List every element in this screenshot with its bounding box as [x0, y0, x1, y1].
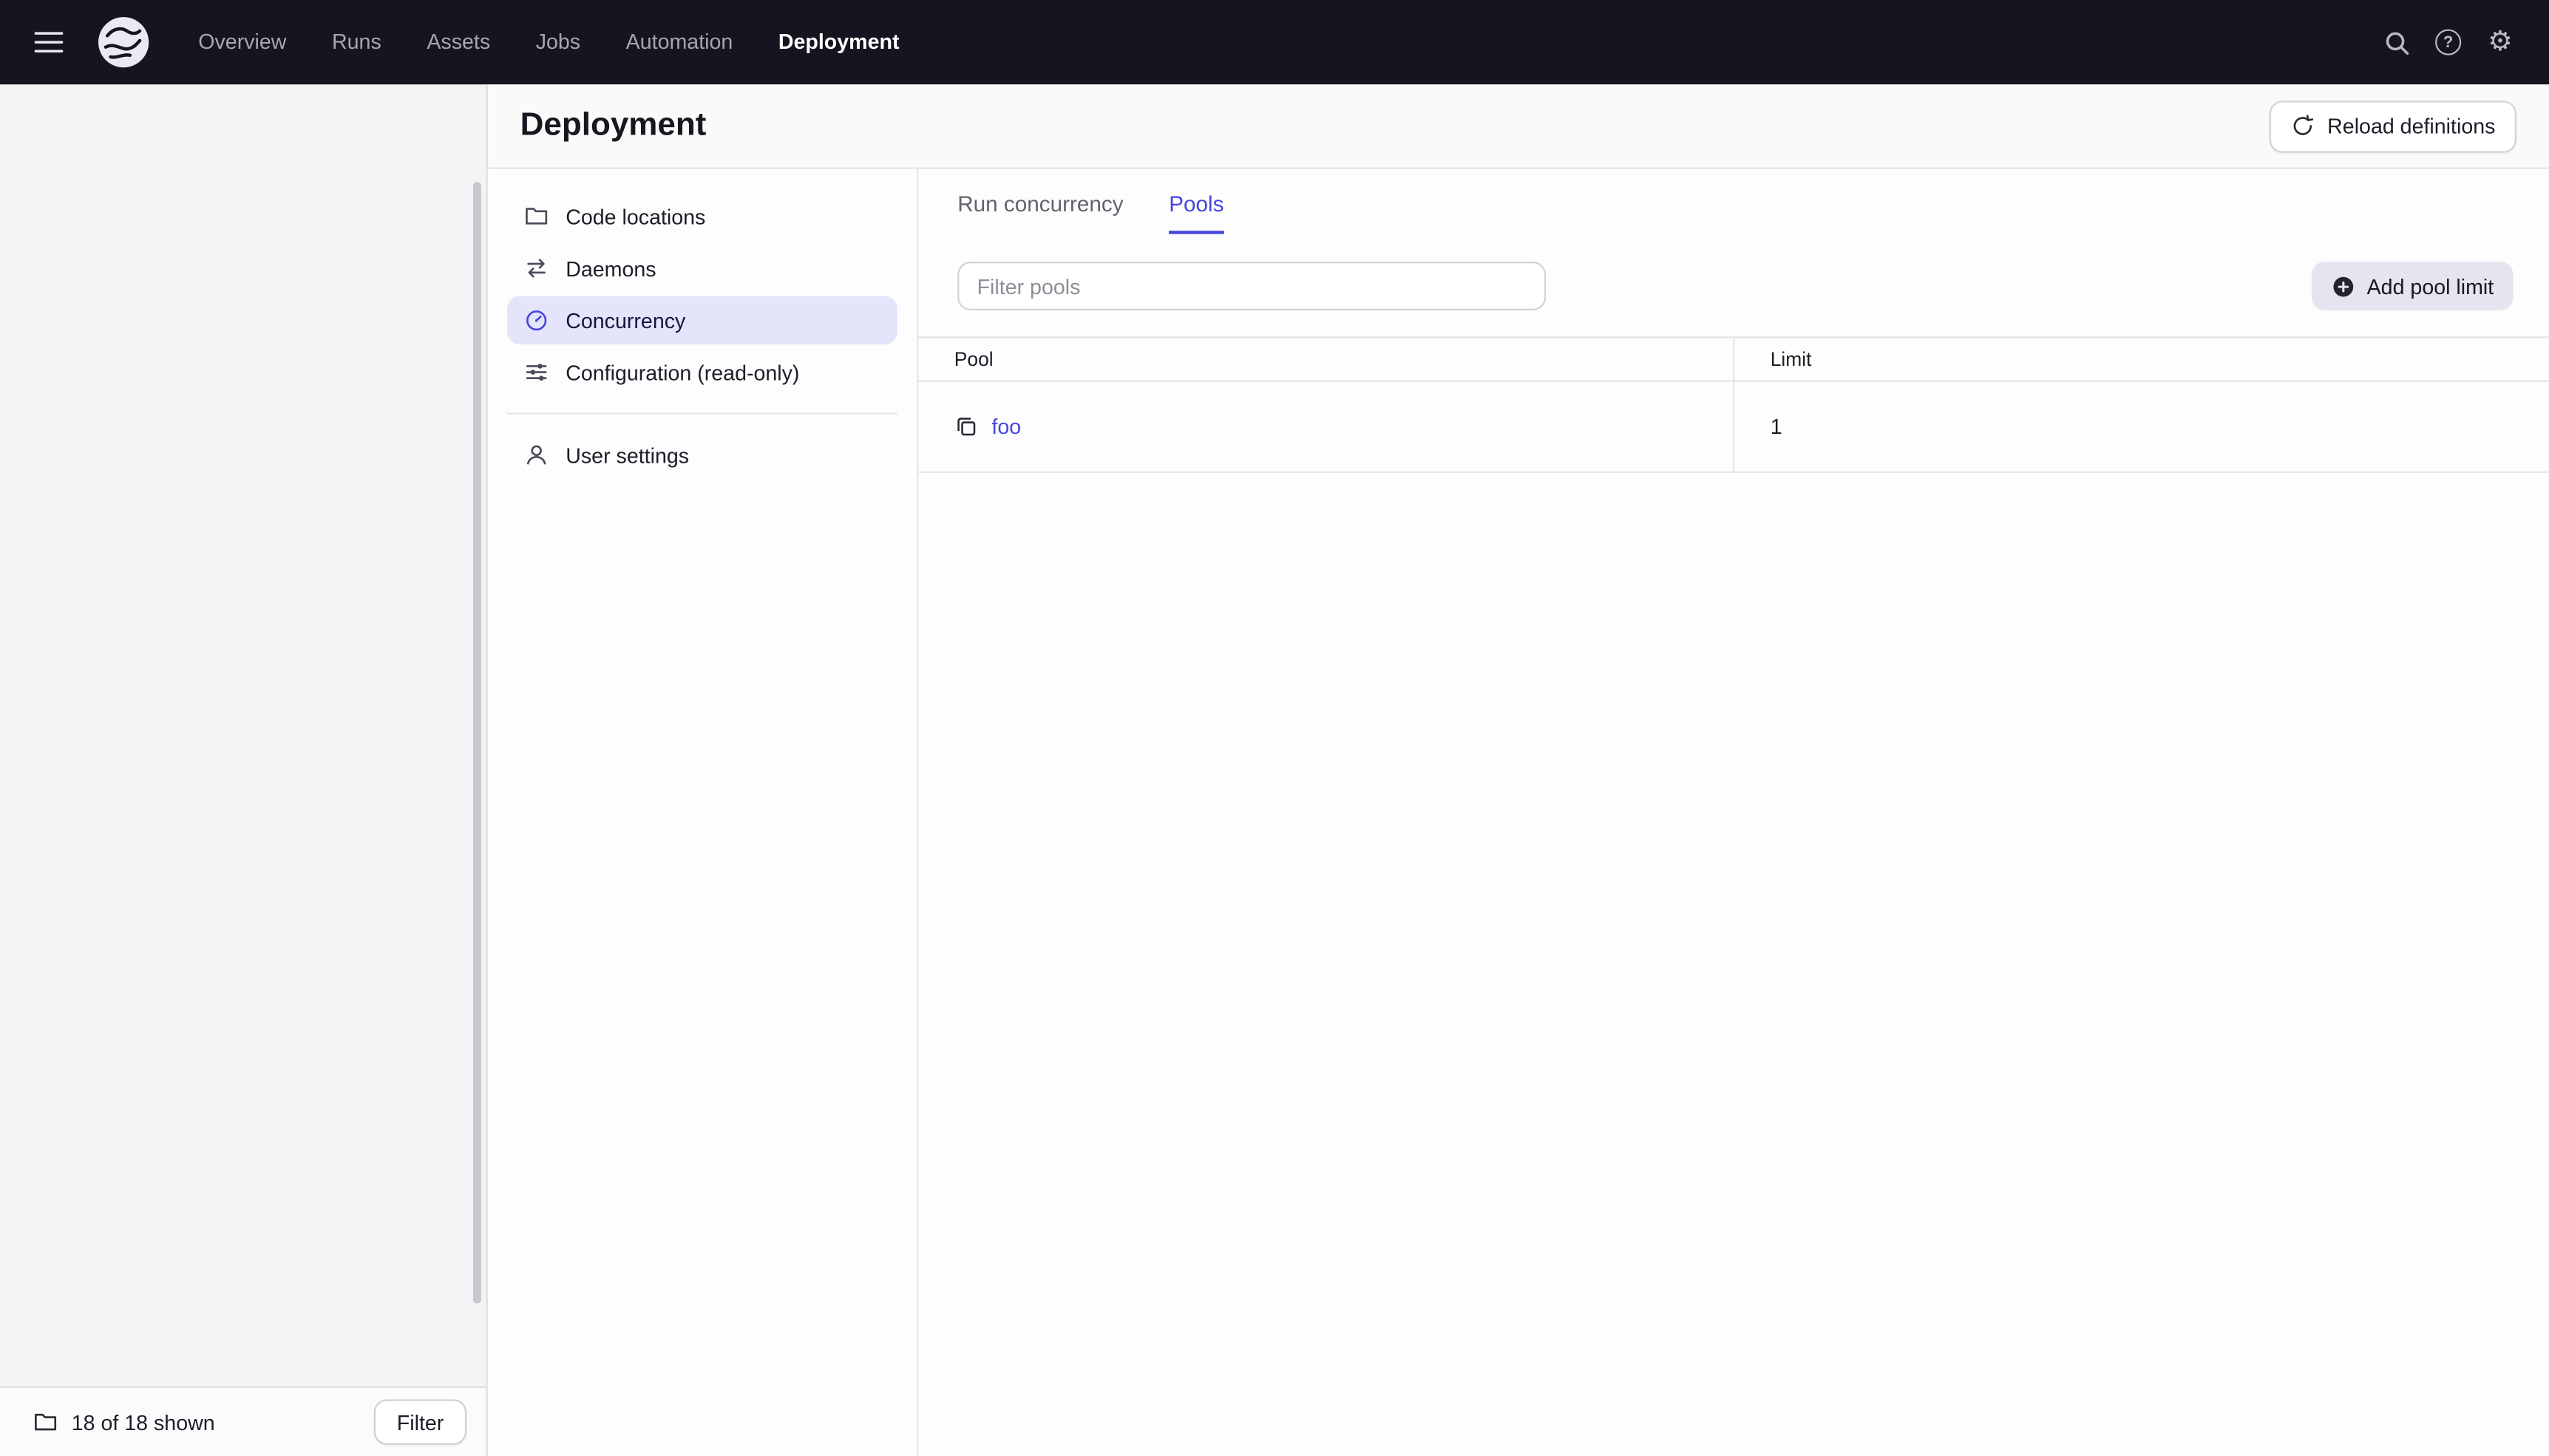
- filter-button[interactable]: Filter: [374, 1399, 467, 1445]
- column-header-pool: Pool: [918, 336, 1735, 382]
- topnav-link[interactable]: Automation: [603, 0, 756, 84]
- dagster-logo[interactable]: [95, 13, 153, 72]
- nav-item-label: User settings: [566, 443, 690, 468]
- body-wrap: 18 of 18 shown Filter Deployment Reload …: [0, 84, 2549, 1456]
- sliders-icon: [523, 359, 549, 385]
- pools-table: Pool Limit foo 1: [918, 336, 2549, 473]
- nav-item-label: Daemons: [566, 256, 656, 281]
- add-pool-limit-button[interactable]: Add pool limit: [2311, 262, 2514, 311]
- top-navigation: Overview Runs Assets Jobs Automation Deployme…: [0, 0, 2549, 85]
- column-header-limit: Limit: [1734, 336, 2549, 382]
- sidebar-scrollbar[interactable]: [472, 182, 481, 1304]
- nav-item-label: Concurrency: [566, 307, 686, 333]
- deployment-settings-nav: Code locations Daemons Concurrency Confi…: [488, 169, 919, 1456]
- user-icon: [523, 442, 549, 468]
- pool-icon: [954, 415, 979, 439]
- tab-run-concurrency[interactable]: Run concurrency: [957, 191, 1123, 234]
- nav-item-label: Code locations: [566, 203, 706, 228]
- nav-item-user-settings[interactable]: User settings: [507, 431, 897, 480]
- hamburger-menu-button[interactable]: [23, 16, 75, 68]
- reload-icon: [2290, 114, 2315, 138]
- nav-item-daemons[interactable]: Daemons: [507, 244, 897, 293]
- tabs: Run concurrency Pools: [918, 169, 2549, 234]
- pool-limit-value: 1: [1734, 381, 2549, 473]
- add-pool-limit-label: Add pool limit: [2366, 273, 2494, 299]
- table-row: foo 1: [918, 381, 2549, 473]
- topnav-link[interactable]: Assets: [404, 0, 513, 84]
- search-button[interactable]: [2370, 16, 2422, 68]
- dagster-app: Overview Runs Assets Jobs Automation Deployme…: [0, 0, 2549, 1456]
- deployment-body: Code locations Daemons Concurrency Confi…: [488, 169, 2549, 1456]
- sidebar-list: [0, 84, 486, 1386]
- topnav-links: Overview Runs Assets Jobs Automation Deployme…: [175, 0, 922, 84]
- topnav-link[interactable]: Deployment: [756, 0, 922, 84]
- pools-toolbar: Add pool limit: [918, 234, 2549, 311]
- folder-icon: [523, 203, 549, 229]
- plus-circle-icon: [2331, 274, 2355, 299]
- page-header: Deployment Reload definitions: [487, 84, 2549, 169]
- divider: [507, 412, 897, 415]
- topnav-link[interactable]: Runs: [309, 0, 404, 84]
- sidebar: 18 of 18 shown Filter: [0, 84, 488, 1456]
- table-header-row: Pool Limit: [918, 336, 2549, 382]
- search-icon: [2383, 28, 2410, 55]
- shown-count: 18 of 18 shown: [71, 1409, 215, 1435]
- nav-item-concurrency[interactable]: Concurrency: [507, 296, 897, 345]
- help-icon: ?: [2435, 29, 2462, 55]
- pool-cell: foo: [918, 381, 1735, 473]
- topnav-link[interactable]: Overview: [175, 0, 309, 84]
- gear-icon: ⚙: [2488, 25, 2513, 58]
- nav-item-code-locations[interactable]: Code locations: [507, 191, 897, 240]
- main-content: Deployment Reload definitions Code locat…: [487, 84, 2549, 1456]
- reload-definitions-button[interactable]: Reload definitions: [2268, 100, 2517, 152]
- nav-item-label: Configuration (read-only): [566, 360, 800, 385]
- help-button[interactable]: ?: [2422, 16, 2474, 68]
- pool-link[interactable]: foo: [991, 415, 1021, 439]
- concurrency-icon: [523, 307, 549, 333]
- filter-pools-input[interactable]: [957, 262, 1547, 311]
- page-title: Deployment: [520, 107, 707, 143]
- nav-item-configuration[interactable]: Configuration (read-only): [507, 348, 897, 397]
- reload-definitions-label: Reload definitions: [2327, 113, 2496, 138]
- topnav-link[interactable]: Jobs: [513, 0, 603, 84]
- daemons-icon: [523, 255, 549, 281]
- folder-icon: [33, 1409, 58, 1435]
- tab-pools[interactable]: Pools: [1169, 191, 1224, 234]
- settings-button[interactable]: ⚙: [2474, 16, 2526, 68]
- sidebar-footer: 18 of 18 shown Filter: [0, 1386, 486, 1456]
- concurrency-content: Run concurrency Pools Add pool limit: [918, 169, 2549, 1456]
